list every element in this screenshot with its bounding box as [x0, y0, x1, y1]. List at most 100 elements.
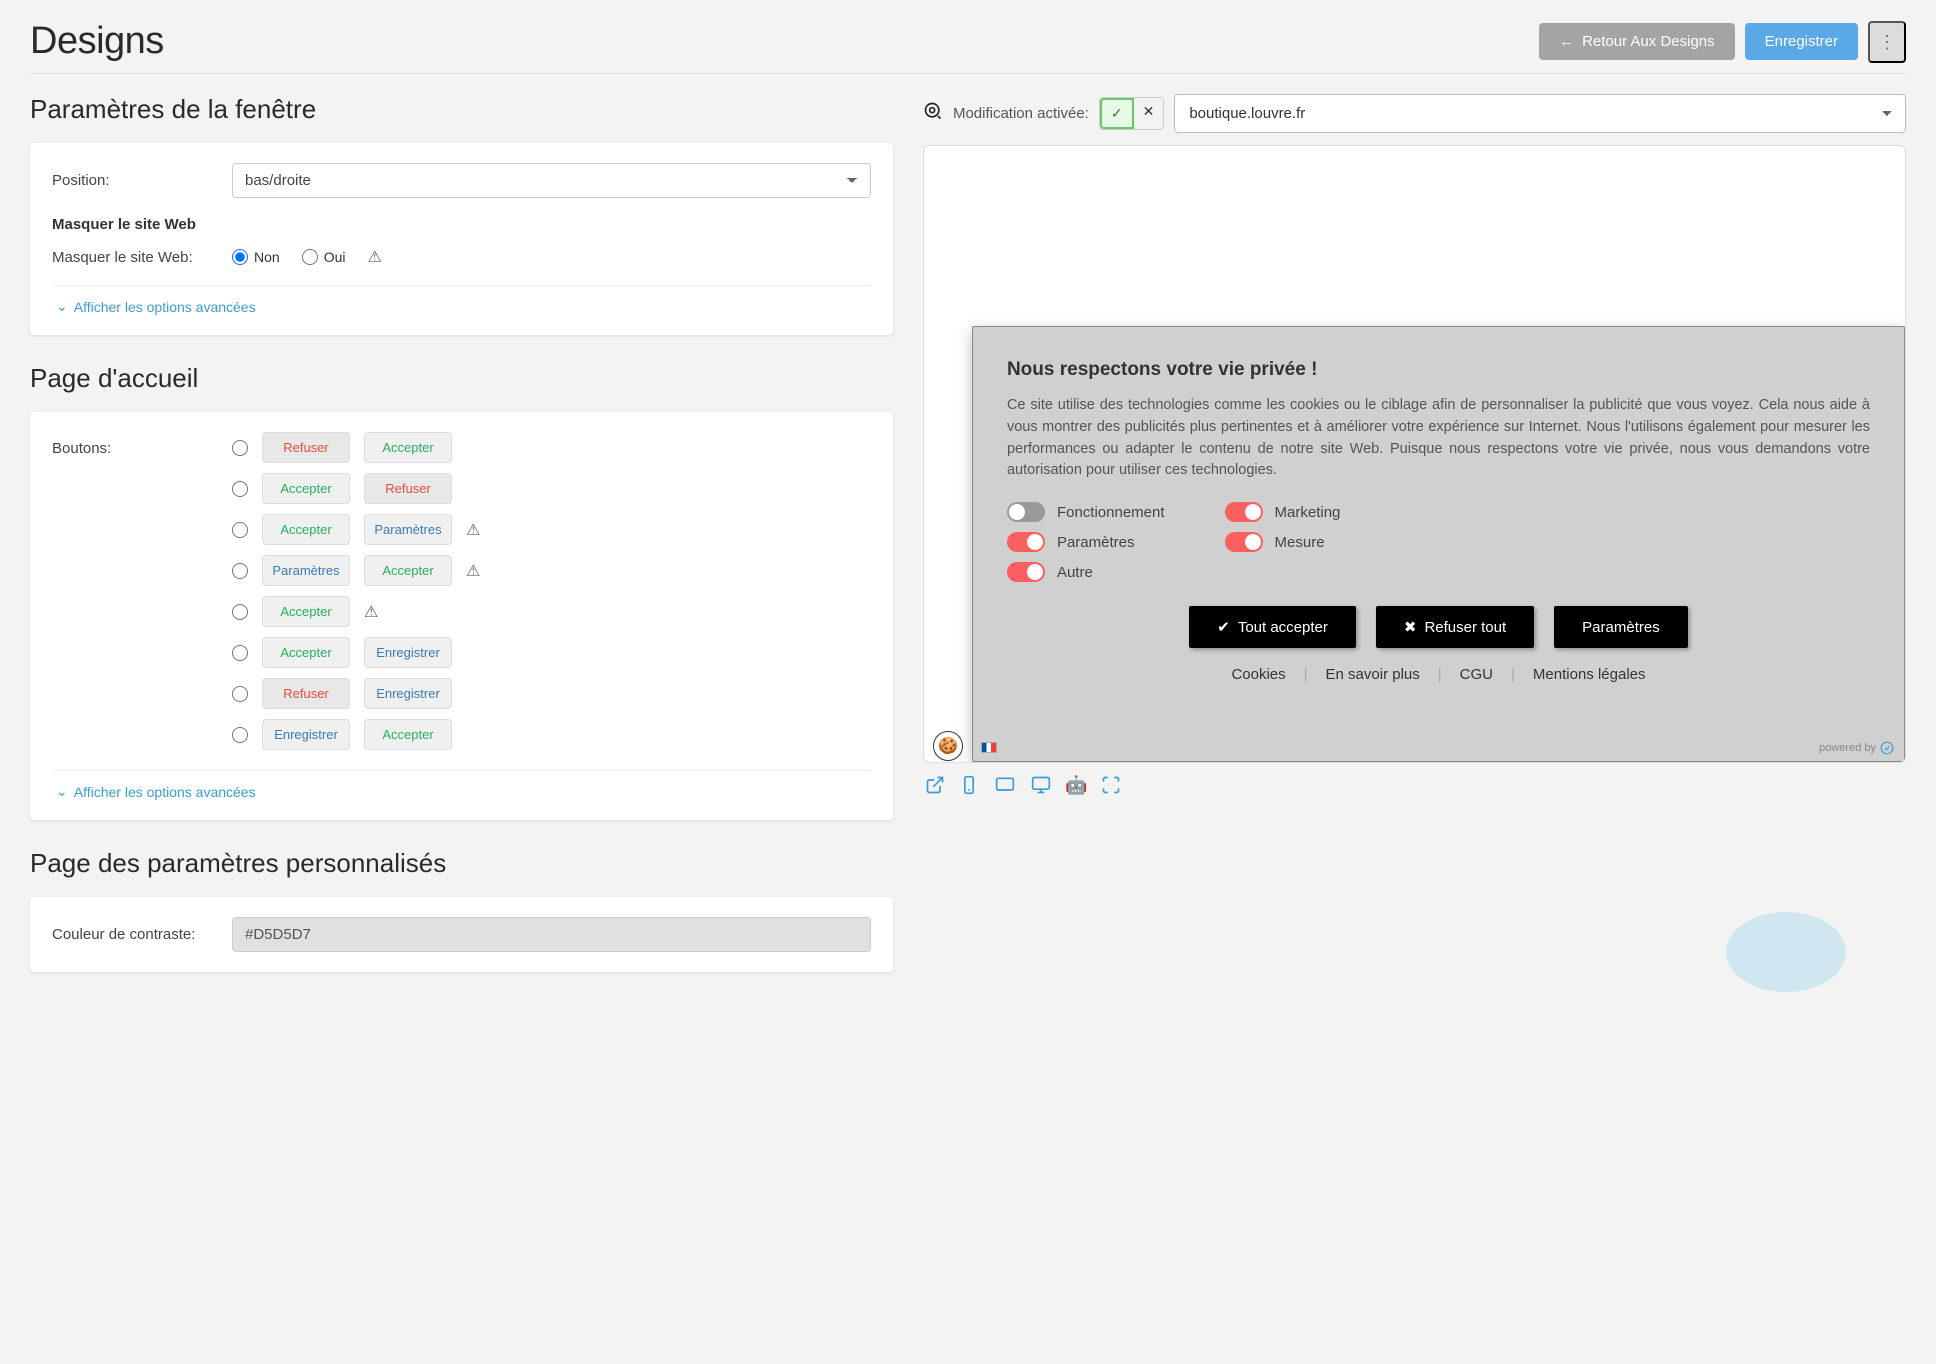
preview-button-right: Paramètres: [364, 514, 452, 545]
decoration-blob: [1726, 912, 1846, 992]
preview-button-left: Accepter: [262, 514, 350, 545]
button-option-row: Accepter ⚠: [232, 596, 871, 627]
preview-button-left: Accepter: [262, 596, 350, 627]
cookie-popup: 🍪 Nous respectons votre vie privée ! Ce …: [972, 326, 1905, 762]
button-option-row: Refuser Enregistrer: [232, 678, 871, 709]
hide-site-no-radio[interactable]: [232, 249, 248, 265]
home-page-title: Page d'accueil: [30, 363, 893, 394]
accept-all-button[interactable]: ✔Tout accepter: [1189, 606, 1356, 648]
link-cookies[interactable]: Cookies: [1231, 666, 1285, 683]
back-button-label: Retour Aux Designs: [1582, 33, 1715, 50]
hide-site-no[interactable]: Non: [232, 249, 280, 265]
check-icon: ✔: [1217, 618, 1230, 636]
button-option-row: Accepter Enregistrer: [232, 637, 871, 668]
preview-button-right: Accepter: [364, 432, 452, 463]
flag-fr-icon[interactable]: [981, 742, 997, 753]
position-select[interactable]: bas/droite: [232, 163, 871, 198]
advanced-options-link[interactable]: ⌄ Afficher les options avancées: [52, 285, 871, 315]
cookie-links: Cookies | En savoir plus | CGU | Mention…: [1007, 666, 1870, 683]
custom-params-title: Page des paramètres personnalisés: [30, 848, 893, 879]
open-external-icon[interactable]: [925, 775, 945, 801]
arrow-left-icon: ←: [1559, 33, 1574, 50]
link-legal[interactable]: Mentions légales: [1533, 666, 1646, 683]
domain-select[interactable]: boutique.louvre.fr: [1174, 94, 1906, 133]
contrast-label: Couleur de contraste:: [52, 926, 232, 943]
android-icon[interactable]: 🤖: [1065, 775, 1087, 801]
button-option-radio[interactable]: [232, 727, 248, 743]
toggle-parametres[interactable]: [1007, 532, 1045, 552]
check-icon: ✓: [1100, 98, 1134, 129]
button-option-radio[interactable]: [232, 645, 248, 661]
powered-by: powered by: [1819, 741, 1894, 755]
warning-icon: ⚠: [466, 520, 480, 540]
button-option-radio[interactable]: [232, 563, 248, 579]
fullscreen-icon[interactable]: [1101, 775, 1121, 801]
position-label: Position:: [52, 172, 232, 189]
top-actions: ← Retour Aux Designs Enregistrer ⋮: [1539, 21, 1906, 63]
window-settings-panel: Position: bas/droite Masquer le site Web…: [30, 143, 893, 335]
hide-site-yes[interactable]: Oui: [302, 249, 346, 265]
save-button-label: Enregistrer: [1765, 33, 1838, 50]
button-option-radio[interactable]: [232, 604, 248, 620]
close-icon: ✖: [1404, 618, 1417, 636]
more-menu-button[interactable]: ⋮: [1868, 21, 1906, 63]
edit-toggle[interactable]: ✓ ✕: [1099, 97, 1164, 130]
edit-enabled-label: Modification activée:: [953, 105, 1089, 122]
warning-icon: ⚠: [364, 602, 378, 622]
cookie-text: Ce site utilise des technologies comme l…: [1007, 395, 1870, 482]
toggle-autre[interactable]: [1007, 562, 1045, 582]
button-option-row: Paramètres Accepter ⚠: [232, 555, 871, 586]
preview-button-right: Enregistrer: [364, 678, 452, 709]
refuse-all-button[interactable]: ✖Refuser tout: [1376, 606, 1534, 648]
button-option-row: Accepter Paramètres ⚠: [232, 514, 871, 545]
preview-button-left: Accepter: [262, 637, 350, 668]
window-settings-title: Paramètres de la fenêtre: [30, 94, 893, 125]
link-cgu[interactable]: CGU: [1460, 666, 1493, 683]
back-button[interactable]: ← Retour Aux Designs: [1539, 23, 1735, 60]
preview-button-right: Refuser: [364, 473, 452, 504]
params-button[interactable]: Paramètres: [1554, 606, 1688, 648]
preview-button-right: Accepter: [364, 555, 452, 586]
advanced-options-link-2[interactable]: ⌄ Afficher les options avancées: [52, 770, 871, 800]
hide-site-yes-radio[interactable]: [302, 249, 318, 265]
mobile-icon[interactable]: [959, 775, 979, 801]
hide-site-label: Masquer le site Web:: [52, 249, 232, 266]
contrast-input[interactable]: [232, 917, 871, 952]
toggle-mesure[interactable]: [1225, 532, 1263, 552]
chevron-down-icon: ⌄: [56, 298, 68, 315]
hide-site-heading: Masquer le site Web: [52, 216, 871, 233]
page-title: Designs: [30, 20, 164, 63]
preview-button-left: Refuser: [262, 432, 350, 463]
button-option-radio[interactable]: [232, 686, 248, 702]
target-icon: [923, 101, 943, 127]
device-bar: 🤖: [923, 771, 1906, 805]
warning-icon: ⚠: [367, 247, 381, 267]
tablet-icon[interactable]: [993, 775, 1017, 801]
preview-button-right: Enregistrer: [364, 637, 452, 668]
toggle-marketing[interactable]: [1225, 502, 1263, 522]
toggle-fonctionnement[interactable]: [1007, 502, 1045, 522]
preview-button-left: Enregistrer: [262, 719, 350, 750]
link-learn-more[interactable]: En savoir plus: [1326, 666, 1420, 683]
preview-button-left: Accepter: [262, 473, 350, 504]
preview-button-left: Paramètres: [262, 555, 350, 586]
warning-icon: ⚠: [466, 561, 480, 581]
cookie-title: Nous respectons votre vie privée !: [1007, 359, 1870, 381]
preview-button-left: Refuser: [262, 678, 350, 709]
buttons-label: Boutons:: [52, 432, 232, 760]
button-option-row: Refuser Accepter: [232, 432, 871, 463]
home-page-panel: Boutons: RefuserAccepterAccepterRefuserA…: [30, 412, 893, 820]
button-option-radio[interactable]: [232, 440, 248, 456]
preview-button-right: Accepter: [364, 719, 452, 750]
save-button[interactable]: Enregistrer: [1745, 23, 1858, 60]
cookie-icon[interactable]: 🍪: [933, 731, 963, 761]
close-icon: ✕: [1134, 98, 1164, 129]
button-option-radio[interactable]: [232, 522, 248, 538]
preview-frame: 🍪 Nous respectons votre vie privée ! Ce …: [923, 145, 1906, 763]
chevron-down-icon: ⌄: [56, 783, 68, 800]
desktop-icon[interactable]: [1031, 775, 1051, 801]
button-option-row: Accepter Refuser: [232, 473, 871, 504]
button-option-radio[interactable]: [232, 481, 248, 497]
button-option-row: Enregistrer Accepter: [232, 719, 871, 750]
custom-params-panel: Couleur de contraste:: [30, 897, 893, 972]
